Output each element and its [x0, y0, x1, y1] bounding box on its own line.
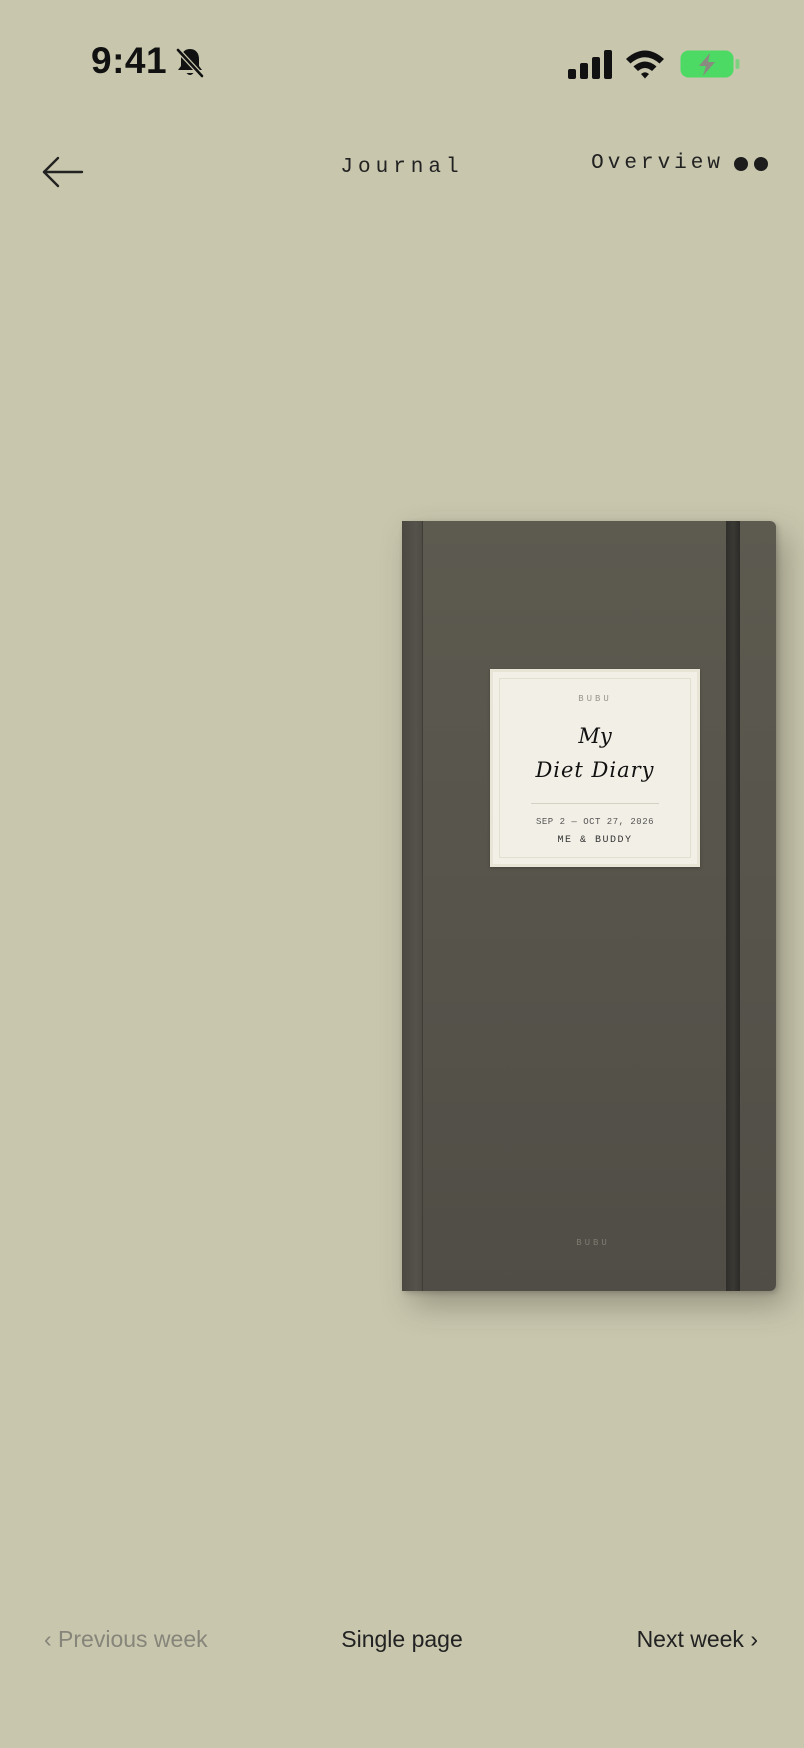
overview-button[interactable]: Overview: [591, 152, 768, 175]
arrow-left-icon: [42, 156, 84, 188]
journal-date-range: SEP 2 — OCT 27, 2026: [535, 817, 655, 827]
overview-label: Overview: [591, 152, 724, 175]
elastic-band: [726, 521, 740, 1291]
journal-cover[interactable]: BUBU My Diet Diary SEP 2 — OCT 27, 2026 …: [402, 521, 776, 1291]
bell-slash-icon: [176, 48, 204, 78]
bottom-nav: ‹ Previous week Single page Next week ›: [0, 1620, 804, 1664]
signal-icon: [568, 50, 612, 79]
label-brand: BUBU: [578, 694, 612, 704]
wifi-icon: [626, 50, 664, 79]
journal-screen: 9:41 Journal Overview BUBU My Diet Diary…: [0, 0, 804, 1748]
battery-charging-icon: [680, 50, 740, 78]
back-button[interactable]: [36, 150, 88, 194]
cover-footer-brand: BUBU: [576, 1238, 610, 1248]
status-bar: 9:41: [0, 0, 804, 130]
journal-owner: ME & BUDDY: [557, 835, 633, 846]
two-dots-icon: [734, 156, 768, 171]
nav-bar: Journal Overview: [0, 130, 804, 210]
journal-title-line2: Diet Diary: [535, 758, 655, 782]
label-divider: [531, 803, 659, 804]
status-time: 9:41: [91, 40, 168, 81]
book-spine: [402, 521, 423, 1291]
cover-label: BUBU My Diet Diary SEP 2 — OCT 27, 2026 …: [490, 669, 700, 867]
next-week-button[interactable]: Next week ›: [637, 1626, 758, 1653]
journal-title-line1: My: [578, 724, 612, 748]
